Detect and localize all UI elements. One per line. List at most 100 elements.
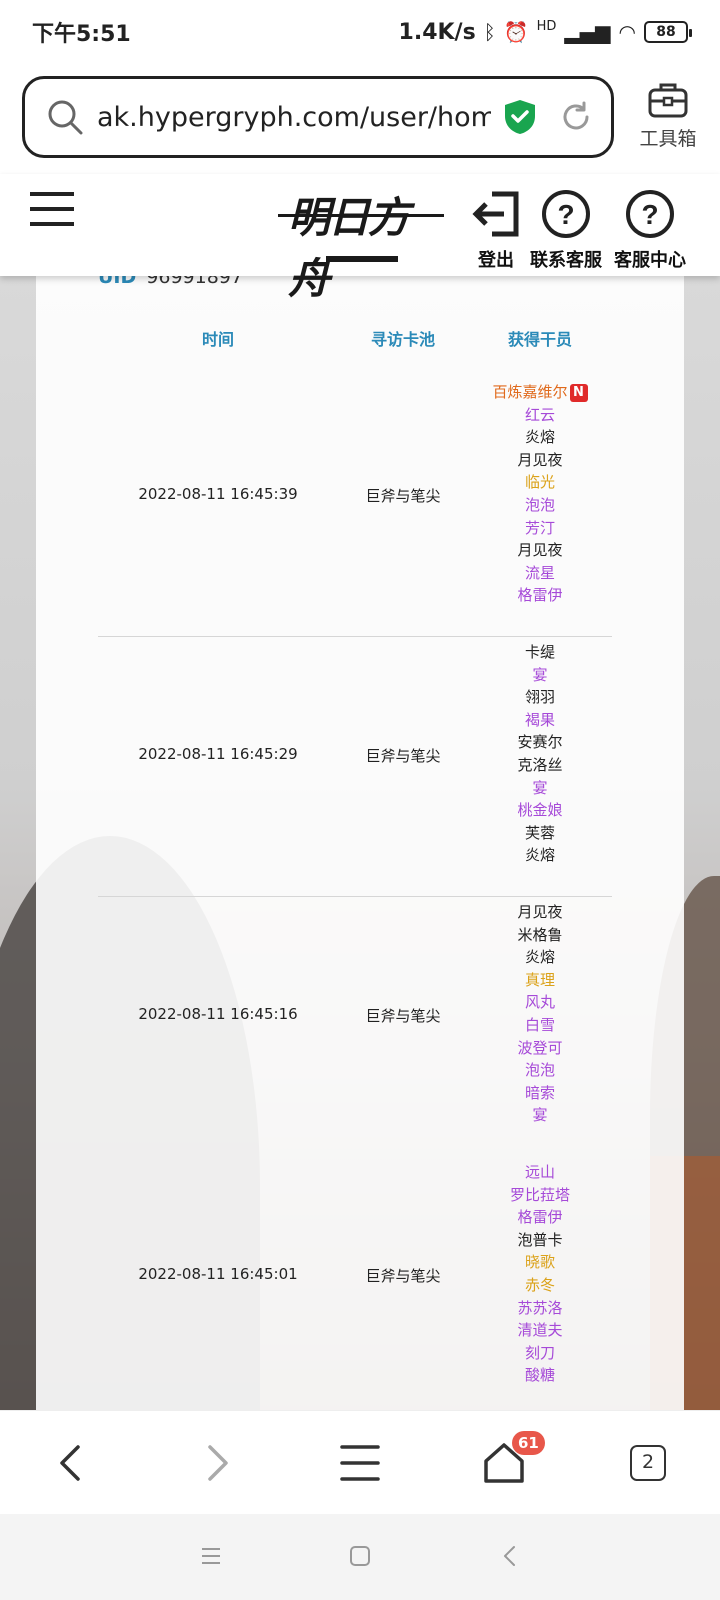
operator-name: 格雷伊 — [517, 586, 563, 605]
row-divider — [98, 896, 612, 897]
alarm-icon: ⏰ — [503, 20, 529, 44]
help-icon: ? — [542, 190, 590, 238]
status-bar: 下午5:51 1.4K/s ᛒ ⏰ HD ▂▄▆ ◠ 88 — [0, 0, 720, 64]
url-text: ak.hypergryph.com/user/home — [97, 101, 491, 133]
operator-name: 炎熔 — [524, 428, 555, 447]
logout-button[interactable]: 登出 — [470, 188, 522, 272]
operator-name: 赤冬 — [524, 1275, 555, 1294]
row-pool: 巨斧与笔尖 — [365, 1267, 441, 1285]
row-time: 2022-08-11 16:45:39 — [138, 485, 298, 503]
operator-name: 宴 — [532, 778, 548, 797]
uid-label: UID — [98, 276, 137, 288]
operator-name: 翎羽 — [524, 688, 555, 707]
wifi-icon: ◠ — [618, 20, 636, 44]
uid-line: UID 96991897 — [98, 276, 243, 288]
reload-icon[interactable] — [559, 100, 593, 134]
logout-icon — [472, 191, 519, 237]
operator-name: 月见夜 — [517, 903, 563, 921]
row-pool: 巨斧与笔尖 — [365, 487, 441, 505]
home-badge: 61 — [512, 1431, 545, 1455]
signal-icon: HD — [536, 18, 557, 34]
operator-name: 清道夫 — [517, 1321, 563, 1340]
home-button-icon[interactable] — [348, 1544, 372, 1568]
row-time: 2022-08-11 16:45:01 — [138, 1265, 298, 1283]
operator-name: 远山 — [524, 1163, 555, 1181]
operator-name: 炎熔 — [524, 846, 555, 865]
network-speed: 1.4K/s — [398, 19, 476, 45]
operator-name: 红云 — [524, 405, 555, 424]
row-divider — [98, 636, 612, 637]
security-shield-icon — [505, 100, 535, 134]
new-badge: N — [569, 384, 588, 402]
contact-support-label: 联系客服 — [530, 250, 602, 271]
header-pool: 寻访卡池 — [370, 330, 435, 349]
operator-name: 泡普卡 — [517, 1230, 563, 1249]
address-bar[interactable]: ak.hypergryph.com/user/home — [22, 76, 614, 158]
help-icon: ? — [626, 190, 674, 238]
browser-url-row: ak.hypergryph.com/user/home 工具箱 — [0, 64, 720, 174]
operator-name: 月见夜 — [517, 450, 563, 469]
browser-bottom-nav: 61 2 — [0, 1410, 720, 1514]
operator-name: 格雷伊 — [517, 1208, 563, 1227]
operator-name: 临光 — [524, 473, 555, 492]
bluetooth-icon: ᛒ — [483, 20, 496, 44]
system-nav-bar — [0, 1514, 720, 1600]
operator-name: 百炼嘉维尔 N — [468, 381, 612, 404]
operator-name: 暗索 — [524, 1083, 555, 1102]
operator-name: 宴 — [532, 1106, 548, 1125]
operator-name: 刻刀 — [524, 1343, 555, 1362]
row-time: 2022-08-11 16:45:29 — [138, 745, 298, 763]
operator-name: 风丸 — [524, 993, 555, 1012]
operator-name: 酸糖 — [524, 1366, 555, 1385]
service-center-label: 客服中心 — [614, 250, 686, 271]
svg-text:?: ? — [641, 199, 658, 230]
status-time: 下午5:51 — [32, 22, 131, 47]
status-icons: 1.4K/s ᛒ ⏰ HD ▂▄▆ ◠ 88 — [398, 18, 692, 45]
operator-name: 芳汀 — [524, 518, 555, 537]
row-operators: 卡缇 宴 翎羽 褐果 安赛尔 克洛丝 宴 桃金娘 芙蓉 炎熔 — [468, 641, 612, 867]
toolbox-label: 工具箱 — [639, 128, 697, 150]
operator-name: 罗比菈塔 — [509, 1185, 570, 1204]
row-operators: 月见夜 米格鲁 炎熔 真理 风丸 白雪 波登可 泡泡 暗索 宴 — [468, 901, 612, 1127]
row-operators: 百炼嘉维尔 N 红云 炎熔 月见夜 临光 泡泡 芳汀 月见夜 流星 格雷伊 — [468, 381, 612, 607]
operator-name: 月见夜 — [517, 541, 563, 560]
service-center-button[interactable]: ? 客服中心 — [614, 188, 686, 272]
operator-name: 米格鲁 — [517, 925, 563, 944]
back-button-icon[interactable] — [498, 1544, 522, 1568]
contact-support-button[interactable]: ? 联系客服 — [530, 188, 602, 272]
operator-name: 波登可 — [517, 1038, 563, 1057]
search-icon — [48, 100, 83, 135]
operator-name: 桃金娘 — [517, 801, 563, 820]
operator-name: 泡泡 — [524, 1061, 555, 1080]
menu-icon[interactable] — [336, 1439, 384, 1487]
operator-name: 苏苏洛 — [517, 1298, 563, 1317]
tab-switcher-button[interactable]: 2 — [630, 1445, 666, 1481]
forward-icon[interactable] — [192, 1439, 240, 1487]
operator-name: 泡泡 — [524, 495, 555, 514]
battery-icon: 88 — [644, 21, 692, 43]
operator-name: 真理 — [524, 970, 555, 989]
logo-text: 明日方舟 — [288, 193, 410, 303]
operator-name: 克洛丝 — [517, 755, 563, 774]
operator-name: 安赛尔 — [517, 733, 563, 752]
row-time: 2022-08-11 16:45:16 — [138, 1005, 298, 1023]
site-logo[interactable]: 明日方舟 — [278, 184, 444, 303]
header-time: 时间 — [201, 330, 234, 349]
operator-name: 褐果 — [524, 710, 555, 729]
operator-name: 宴 — [532, 665, 548, 684]
operator-name: 晓歌 — [524, 1253, 555, 1272]
gacha-history-card: UID 96991897 时间 寻访卡池 获得干员 2022-08-11 16:4… — [36, 276, 684, 1410]
row-operators: 远山 罗比菈塔 格雷伊 泡普卡 晓歌 赤冬 苏苏洛 清道夫 刻刀 酸糖 — [468, 1161, 612, 1387]
menu-icon[interactable] — [30, 192, 74, 226]
row-pool: 巨斧与笔尖 — [365, 1007, 441, 1025]
site-header: 明日方舟 登出 ? 联系客服 ? 客服中心 — [0, 174, 720, 303]
back-icon[interactable] — [48, 1439, 96, 1487]
toolbox-button[interactable]: 工具箱 — [630, 80, 706, 151]
header-operators: 获得干员 — [507, 330, 572, 349]
logout-label: 登出 — [478, 250, 514, 271]
svg-text:?: ? — [557, 199, 574, 230]
uid-value: 96991897 — [146, 276, 243, 288]
operator-name: 卡缇 — [524, 643, 555, 661]
operator-name: 芙蓉 — [524, 823, 555, 842]
recent-apps-icon[interactable] — [199, 1544, 223, 1568]
